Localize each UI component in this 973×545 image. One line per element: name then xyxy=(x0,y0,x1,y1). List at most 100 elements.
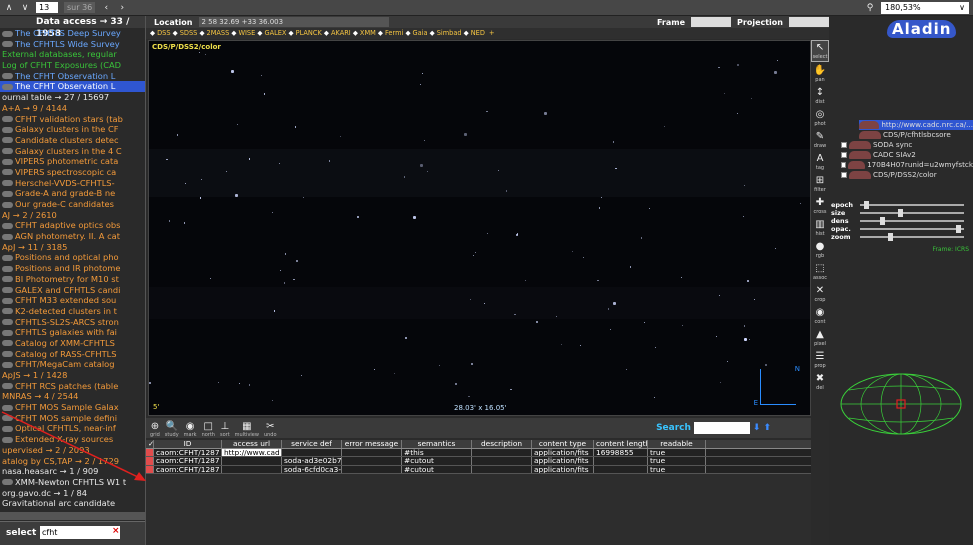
projection-select[interactable] xyxy=(789,17,829,27)
tree-item[interactable]: Grade-A and grade-B ne xyxy=(0,188,145,199)
tool-filter-button[interactable]: ⊞ filter xyxy=(811,172,829,194)
tree-item[interactable]: Our grade-C candidates xyxy=(0,199,145,210)
tool-del-button[interactable]: ✖ del xyxy=(811,370,829,392)
table-cell[interactable]: http://www.cad xyxy=(222,448,282,456)
tool-draw-button[interactable]: ✎ draw xyxy=(811,128,829,150)
tree-item[interactable]: Positions and optical pho xyxy=(0,252,145,263)
tree-item[interactable]: AGN photometry. II. A cat xyxy=(0,231,145,242)
tool-crop-button[interactable]: ✕ crop xyxy=(811,282,829,304)
tool-pixel-button[interactable]: ▲ pixel xyxy=(811,326,829,348)
table-tool-north[interactable]: □ north xyxy=(202,421,215,438)
survey-link[interactable]: PLANCK xyxy=(296,29,322,37)
tree-item[interactable]: Log of CFHT Exposures (CAD xyxy=(0,60,145,71)
tree-item[interactable]: ApJ → 11 / 3185 xyxy=(0,242,145,253)
column-header[interactable]: error message xyxy=(342,440,402,448)
table-tool-mark[interactable]: ◉ mark xyxy=(184,421,197,438)
tool-rgb-button[interactable]: ● rgb xyxy=(811,238,829,260)
tree-item[interactable]: Galaxy clusters in the 4 C xyxy=(0,146,145,157)
forward-icon[interactable]: › xyxy=(117,3,127,13)
tree-item[interactable]: CFHTLS galaxies with fai xyxy=(0,327,145,338)
tree-item[interactable]: K2-detected clusters in t xyxy=(0,306,145,317)
layer-checkbox[interactable] xyxy=(841,152,847,158)
table-row[interactable]: caom:CFHT/1287 soda-6cfd0ca3-7 #cutout appl… xyxy=(146,465,811,474)
prev-page-icon[interactable]: ∧ xyxy=(4,3,14,13)
table-tool-study[interactable]: 🔍 study xyxy=(165,421,179,438)
tool-pan-button[interactable]: ✋ pan xyxy=(811,62,829,84)
tree-item[interactable]: Gravitational arc candidate xyxy=(0,498,145,509)
add-survey-button[interactable]: + xyxy=(489,29,495,37)
layer-item[interactable]: 170B4H07runid=u2wmyfstck xyxy=(841,160,973,170)
tree-item[interactable]: A+A → 9 / 4144 xyxy=(0,103,145,114)
table-row[interactable]: caom:CFHT/1287 http://www.cad #this applica… xyxy=(146,448,811,457)
layer-checkbox[interactable] xyxy=(841,142,847,148)
layer-item[interactable]: CADC SIAv2 xyxy=(841,150,973,160)
column-header[interactable]: semantics xyxy=(402,440,472,448)
tree-item[interactable]: Catalog of XMM-CFHTLS xyxy=(0,338,145,349)
column-header[interactable]: service def xyxy=(282,440,342,448)
table-tool-sort[interactable]: ⊥ sort xyxy=(220,421,230,438)
survey-link[interactable]: NED xyxy=(471,29,485,37)
layer-checkbox[interactable] xyxy=(841,162,847,168)
tree-item[interactable]: CFHT/MegaCam catalog xyxy=(0,359,145,370)
tree-item[interactable]: CFHTLS-SL2S-ARCS stron xyxy=(0,317,145,328)
tool-prop-button[interactable]: ☰ prop xyxy=(811,348,829,370)
all-sky-globe-icon[interactable] xyxy=(839,372,963,436)
slider-knob[interactable] xyxy=(888,232,893,241)
tree-item[interactable]: External databases, regular xyxy=(0,49,145,60)
tree-item[interactable]: GALEX and CFHTLS candi xyxy=(0,285,145,296)
tool-select-button[interactable]: ↖ select xyxy=(811,40,829,62)
frame-select[interactable] xyxy=(691,17,732,27)
table-tool-undo[interactable]: ✂ undo xyxy=(264,421,277,438)
column-header[interactable]: access url xyxy=(222,440,282,448)
tree-item[interactable]: ApJS → 1 / 1428 xyxy=(0,370,145,381)
tree-item[interactable]: The CFHTLS Deep Survey xyxy=(0,28,145,39)
tree-item[interactable]: CFHT M33 extended sou xyxy=(0,295,145,306)
survey-link[interactable]: GALEX xyxy=(264,29,286,37)
tree-item[interactable]: ournal table → 27 / 15697 xyxy=(0,92,145,103)
tree-item[interactable]: CFHT validation stars (tab xyxy=(0,114,145,125)
survey-link[interactable]: AKARI xyxy=(331,29,351,37)
tool-phot-button[interactable]: ◎ phot xyxy=(811,106,829,128)
table-row[interactable]: caom:CFHT/1287 soda-ad3e02b7 #cutout applic… xyxy=(146,457,811,466)
sky-view[interactable]: CDS/P/DSS2/color 5' 28.03' x 16.05' N E xyxy=(148,40,811,416)
slider-track[interactable] xyxy=(860,224,964,233)
tree-item[interactable]: Herschel-VVDS-CFHTLS- xyxy=(0,178,145,189)
survey-link[interactable]: XMM xyxy=(360,29,376,37)
column-header[interactable]: description xyxy=(472,440,532,448)
survey-link[interactable]: 2MASS xyxy=(207,29,230,37)
tree-item[interactable]: AJ → 2 / 2610 xyxy=(0,210,145,221)
slider-track[interactable] xyxy=(860,208,964,217)
search-icon[interactable]: ⚲ xyxy=(865,3,875,13)
layer-checkbox[interactable] xyxy=(841,172,847,178)
arrow-down-icon[interactable]: ⬇ xyxy=(753,423,761,433)
layer-item[interactable]: CDS/P/DSS2/color xyxy=(841,170,973,180)
tree-item[interactable]: The CFHTLS Wide Survey xyxy=(0,39,145,50)
tree-item[interactable]: VIPERS spectroscopic ca xyxy=(0,167,145,178)
survey-link[interactable]: WISE xyxy=(238,29,255,37)
select-filter-input[interactable]: cfht xyxy=(40,526,120,539)
column-header[interactable]: content length xyxy=(594,440,648,448)
tool-dist-button[interactable]: ↕ dist xyxy=(811,84,829,106)
tree-item[interactable]: CFHT adaptive optics obs xyxy=(0,220,145,231)
survey-link[interactable]: Simbad xyxy=(437,29,462,37)
survey-link[interactable]: Fermi xyxy=(385,29,403,37)
column-header[interactable]: readable xyxy=(648,440,706,448)
column-header[interactable]: content type xyxy=(532,440,594,448)
table-tool-multiview[interactable]: ▦ multiview xyxy=(235,421,259,438)
tree-item[interactable]: VIPERS photometric cata xyxy=(0,156,145,167)
tree-item[interactable]: MNRAS → 4 / 2544 xyxy=(0,391,145,402)
page-number-input[interactable]: 13 xyxy=(36,2,58,13)
slider-track[interactable] xyxy=(860,232,964,241)
back-icon[interactable]: ‹ xyxy=(101,3,111,13)
next-page-icon[interactable]: ∨ xyxy=(20,3,30,13)
slider-track[interactable] xyxy=(860,216,964,225)
column-header[interactable]: ID xyxy=(154,440,222,448)
tree-item[interactable]: Catalog of RASS-CFHTLS xyxy=(0,349,145,360)
clear-filter-icon[interactable]: × xyxy=(112,526,120,536)
tool-assoc-button[interactable]: ⬚ assoc xyxy=(811,260,829,282)
survey-link[interactable]: SDSS xyxy=(180,29,198,37)
tool-cross-button[interactable]: ✚ cross xyxy=(811,194,829,216)
layer-item[interactable]: http://www.cadc.nrc.ca/... xyxy=(859,120,973,130)
tree-item[interactable]: CFHT RCS patches (table xyxy=(0,381,145,392)
layer-item[interactable]: SODA sync xyxy=(841,140,973,150)
